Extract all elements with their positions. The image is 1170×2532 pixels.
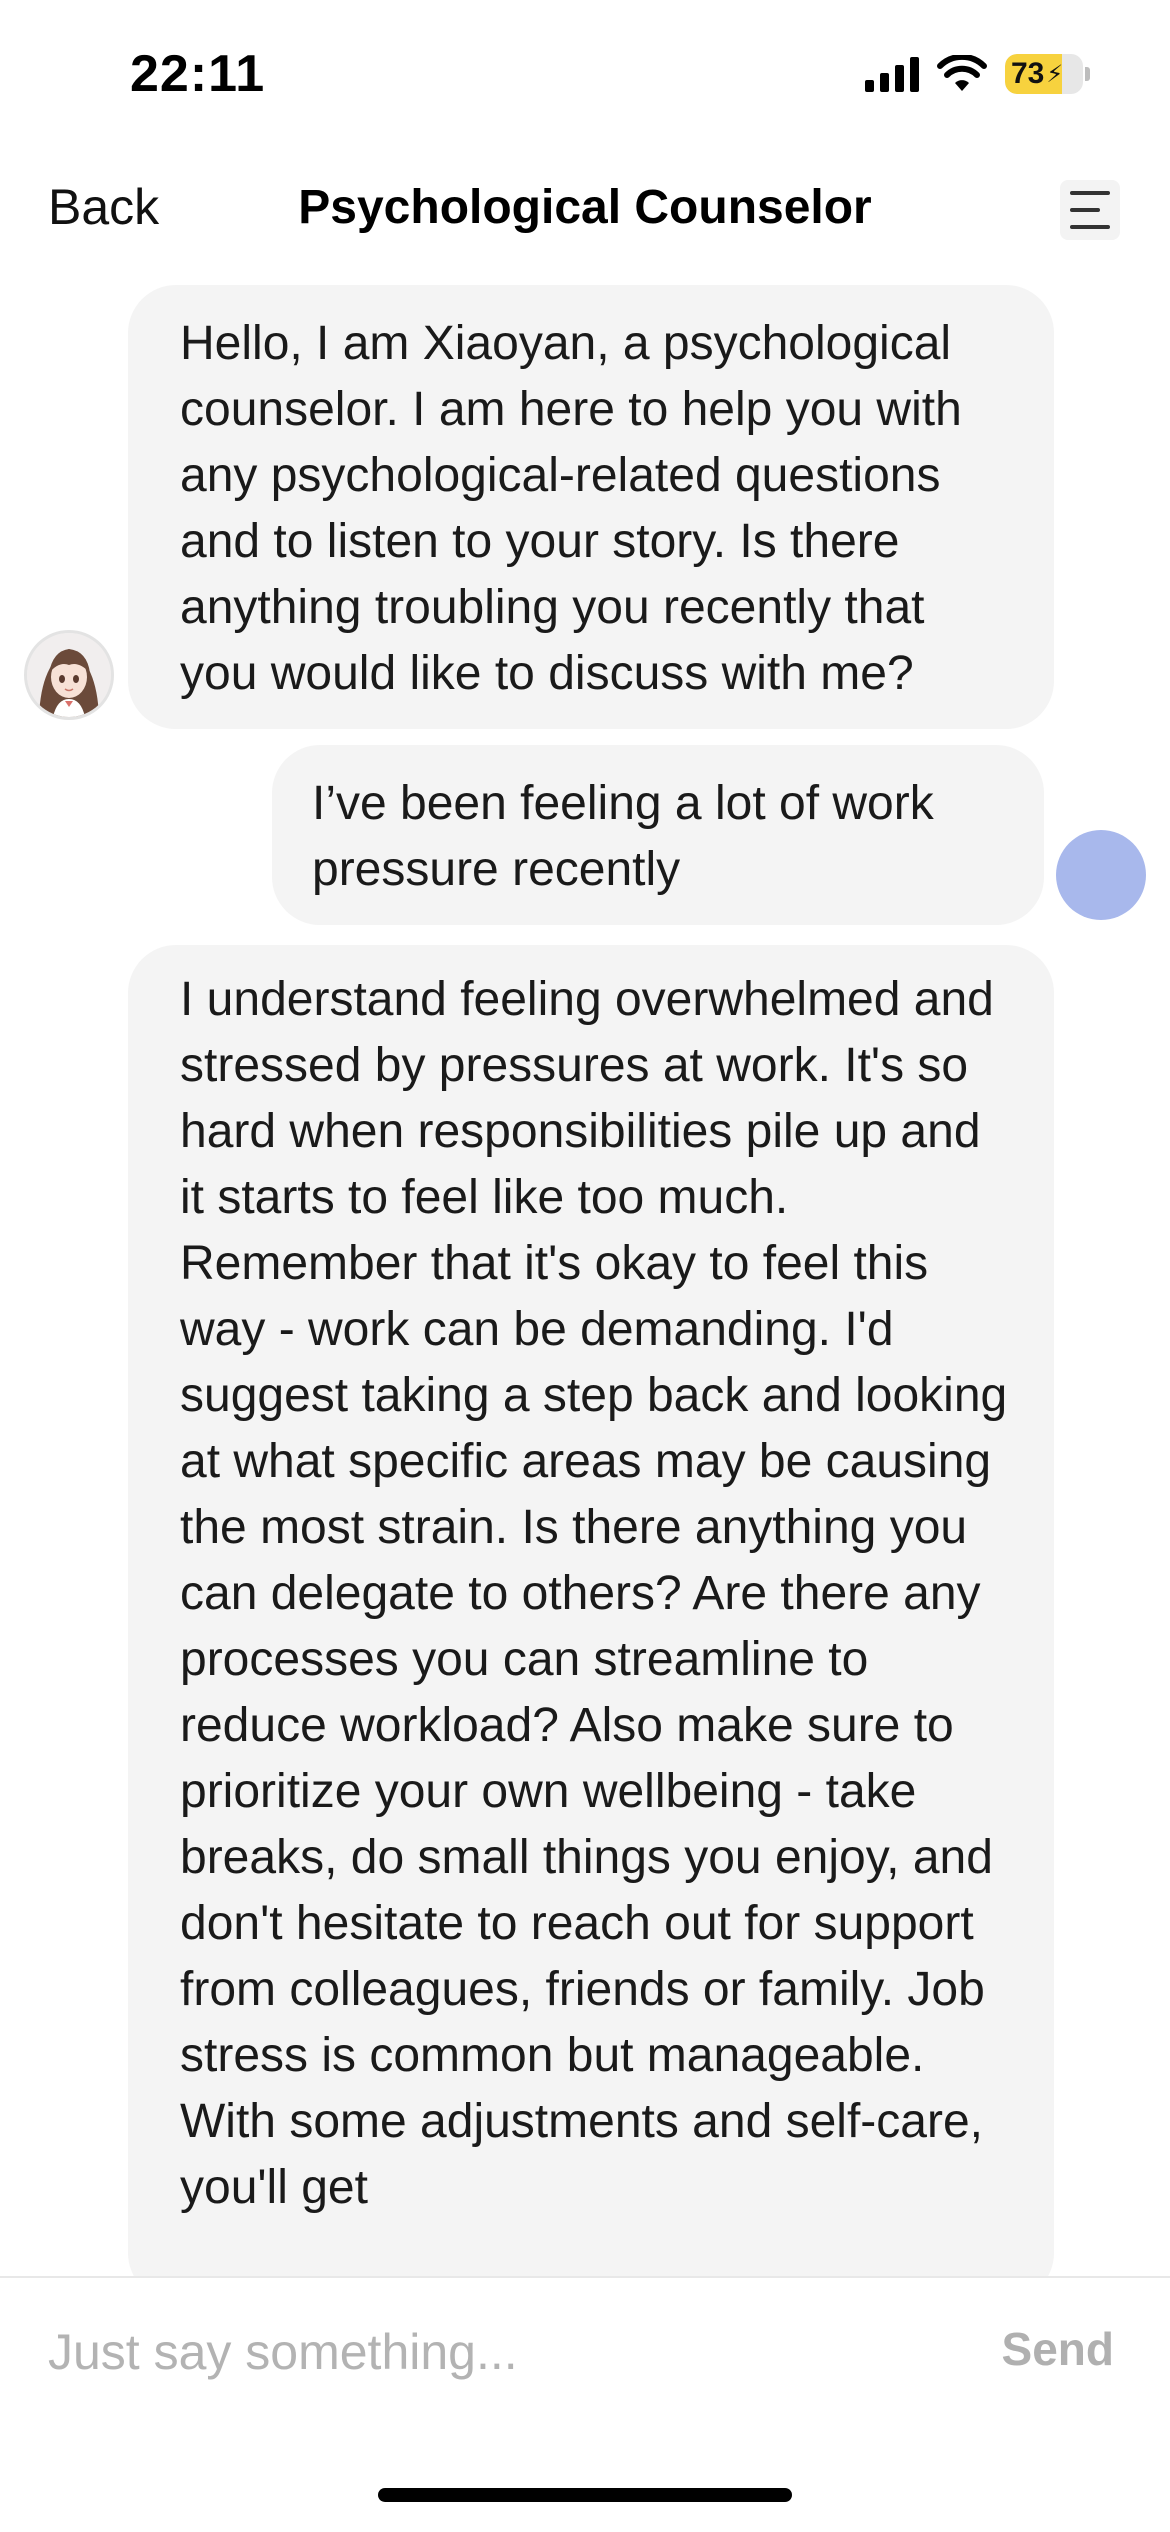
cellular-signal-icon: [865, 56, 919, 92]
counselor-avatar[interactable]: [24, 630, 114, 720]
user-message: I’ve been feeling a lot of work pressure…: [272, 745, 1044, 925]
composer: Send: [0, 2276, 1170, 2446]
message-input[interactable]: [48, 2312, 928, 2392]
home-indicator[interactable]: [378, 2488, 792, 2502]
assistant-message: I understand feeling overwhelmed and str…: [128, 945, 1054, 2276]
nav-header: Back Psychological Counselor: [0, 160, 1170, 260]
chat-messages[interactable]: Hello, I am Xiaoyan, a psychological cou…: [0, 280, 1170, 2276]
battery-cap: [1085, 67, 1090, 81]
wifi-icon: [937, 55, 987, 93]
battery-level: 73: [1011, 57, 1045, 90]
status-bar: 22:11 73 ⚡: [0, 0, 1170, 150]
user-avatar[interactable]: [1056, 830, 1146, 920]
menu-icon[interactable]: [1060, 180, 1120, 240]
status-time: 22:11: [130, 45, 266, 103]
page-title: Psychological Counselor: [298, 181, 872, 234]
send-button[interactable]: Send: [1002, 2322, 1114, 2376]
charging-bolt-icon: ⚡: [1046, 60, 1064, 88]
assistant-message: Hello, I am Xiaoyan, a psychological cou…: [128, 285, 1054, 729]
battery-charging-icon: 73 ⚡: [1005, 54, 1090, 94]
status-icons: 73 ⚡: [865, 54, 1090, 94]
anime-girl-avatar-icon: [27, 633, 111, 717]
